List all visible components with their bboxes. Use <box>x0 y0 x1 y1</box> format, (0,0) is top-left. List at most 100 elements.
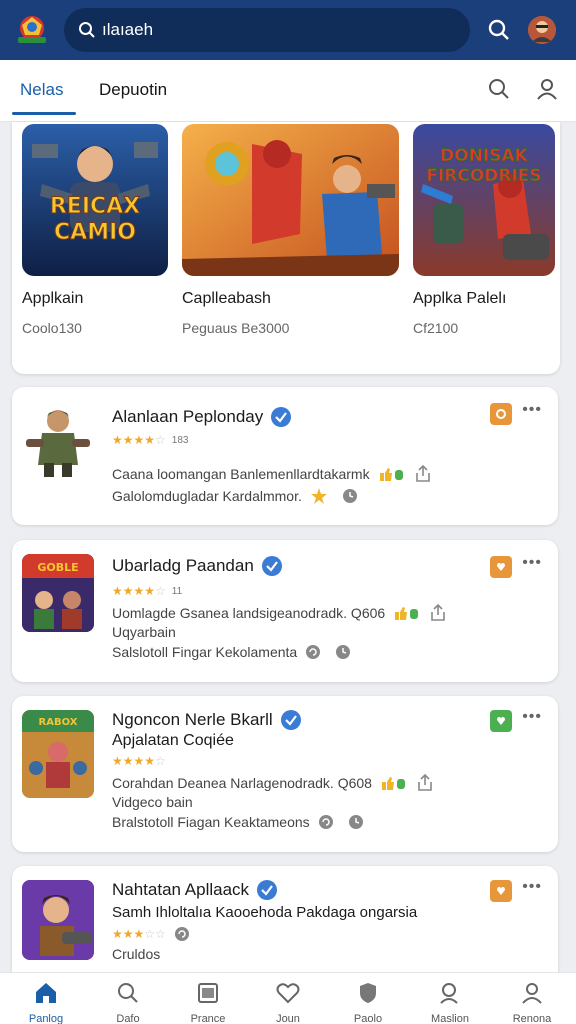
clock-icon <box>348 814 364 830</box>
app-subtitle: Apjalatan Coqiée <box>112 732 234 749</box>
heart-icon <box>276 981 300 1010</box>
featured-title: Applka Palelı <box>413 290 507 307</box>
app-meta: Bralstotoll Fiagan Keaktameons <box>112 814 364 830</box>
search-icon[interactable] <box>488 78 510 105</box>
nav-label: Joun <box>276 1013 300 1024</box>
share-icon[interactable] <box>429 604 447 622</box>
nav-item-home[interactable]: Panlog <box>6 981 86 1024</box>
more-options-icon[interactable]: ••• <box>522 401 542 419</box>
app-meta: Salslotoll Fingar Kekolamenta <box>112 644 351 660</box>
app-extra: Vidgeco bain <box>112 794 193 810</box>
app-subtitle: Samh Ihloltalıa Kaooehoda Pakdaga ongars… <box>112 904 418 921</box>
tab-bar: Nelas Depuotin <box>0 60 576 122</box>
active-tab-indicator <box>12 112 76 115</box>
app-name: Ngoncon Nerle Bkarll <box>112 710 273 729</box>
description-line: Caana loomangan Banlemenllardtakarmk <box>112 466 370 482</box>
more-options-icon[interactable]: ••• <box>522 554 542 572</box>
app-logo[interactable] <box>12 10 52 50</box>
rating-stars: ★★★ ☆☆ <box>112 926 190 942</box>
featured-subtitle: Coolo130 <box>22 320 82 336</box>
featured-section: REICAX CAMIO Applkain Coolo130 Caplleaba… <box>12 122 560 374</box>
avatar[interactable] <box>528 16 556 44</box>
verified-icon <box>280 710 301 730</box>
search-value: ılaıaeh <box>102 20 154 39</box>
tab-nelas[interactable]: Nelas <box>20 80 63 100</box>
search-icon <box>116 981 140 1010</box>
search-input[interactable]: ılaıaeh <box>64 8 470 52</box>
thumbs-up-icon <box>380 775 408 791</box>
nav-item-shield[interactable]: Paolo <box>328 981 408 1024</box>
share-icon[interactable] <box>414 465 432 483</box>
home-icon <box>33 981 59 1010</box>
nav-label: Dafo <box>116 1013 140 1024</box>
badge-icon[interactable] <box>490 403 512 425</box>
nav-item-window[interactable]: Prance <box>168 981 248 1024</box>
refresh-icon <box>318 814 334 830</box>
nav-item-search[interactable]: Dafo <box>88 981 168 1024</box>
thumbs-up-icon <box>378 466 406 482</box>
app-meta: Galolomdugladar Kardalmmor. <box>112 487 358 505</box>
app-icon: GOBLE <box>22 554 94 632</box>
featured-title: Applkain <box>22 290 84 307</box>
app-card[interactable]: Nahtatan Apllaack Samh Ihloltalıa Kaooeh… <box>12 866 558 986</box>
description-line: Uomlagde Gsanea landsigeanodradk. Q606 <box>112 605 386 621</box>
app-description: Cruldos <box>112 946 161 962</box>
rating-count: 183 <box>171 434 189 446</box>
app-title: Nahtatan Apllaack <box>112 880 278 900</box>
app-title: Alanlaan Peplonday <box>112 407 292 427</box>
app-name: Ubarladg Paandan <box>112 556 254 575</box>
search-icon[interactable] <box>488 19 510 41</box>
app-icon <box>22 880 94 960</box>
app-card[interactable]: RABOX Ngoncon Nerle Bkarll Apjalatan Coq… <box>12 696 558 852</box>
nav-label: Paolo <box>353 1013 383 1024</box>
nav-label: Maslion <box>431 1013 469 1024</box>
app-extra: Uqyarbain <box>112 624 176 640</box>
bottom-navigation: Panlog Dafo Prance Joun Paolo Maslion Re… <box>0 972 576 1024</box>
rating-count: 11 <box>171 585 183 597</box>
refresh-icon <box>305 644 321 660</box>
nav-item-people[interactable]: Maslion <box>410 981 490 1024</box>
featured-title: Caplleabash <box>182 290 271 307</box>
clock-icon <box>342 488 358 504</box>
profile-icon[interactable] <box>536 78 558 105</box>
person-search-icon <box>438 981 462 1010</box>
featured-item[interactable]: Caplleabash Peguaus Be3000 <box>182 124 399 336</box>
top-bar: ılaıaeh <box>0 0 576 60</box>
app-card[interactable]: GOBLE Ubarladg Paandan ★★★★ ☆ 11 ••• Uomla… <box>12 540 558 682</box>
more-options-icon[interactable]: ••• <box>522 708 542 726</box>
badge-icon[interactable] <box>490 710 512 732</box>
featured-subtitle: Cf2100 <box>413 320 459 336</box>
clock-icon <box>335 644 351 660</box>
svg-text:RABOX: RABOX <box>39 717 78 728</box>
nav-item-profile[interactable]: Renona <box>492 981 572 1024</box>
rating-stars: ★★★★ ☆ <box>112 754 166 768</box>
app-description: Uomlagde Gsanea landsigeanodradk. Q606 <box>112 604 447 622</box>
window-icon <box>196 981 220 1010</box>
featured-item[interactable]: DONISAK FIRCODRIES Applka Palelı Cf2100 <box>413 124 555 336</box>
app-description: Corahdan Deanea Narlagenodradk. Q608 <box>112 774 434 792</box>
app-name: Nahtatan Apllaack <box>112 880 250 899</box>
nav-label: Renona <box>512 1013 552 1024</box>
nav-item-favorites[interactable]: Joun <box>248 981 328 1024</box>
badge-icon[interactable] <box>490 880 512 902</box>
verified-icon <box>257 880 278 900</box>
thumbs-up-icon <box>393 605 421 621</box>
share-icon[interactable] <box>416 774 434 792</box>
tab-depuotin[interactable]: Depuotin <box>99 80 167 100</box>
app-title: Ngoncon Nerle Bkarll <box>112 710 301 730</box>
app-card[interactable]: Alanlaan Peplonday ★★★★ ☆ 183 ••• Caana lo… <box>12 387 558 525</box>
featured-banner-text: DONISAK FIRCODRIES <box>426 146 542 187</box>
more-options-icon[interactable]: ••• <box>522 878 542 896</box>
search-icon <box>78 21 96 39</box>
featured-item[interactable]: REICAX CAMIO Applkain Coolo130 <box>22 124 168 336</box>
meta-line: Galolomdugladar Kardalmmor. <box>112 488 302 504</box>
person-icon <box>520 981 544 1010</box>
rating-stars: ★★★★ ☆ 183 <box>112 433 189 447</box>
verified-icon <box>271 407 292 427</box>
badge-icon[interactable] <box>490 556 512 578</box>
nav-label: Panlog <box>28 1013 64 1024</box>
featured-image <box>182 124 399 276</box>
shield-icon <box>356 981 380 1010</box>
description-line: Corahdan Deanea Narlagenodradk. Q608 <box>112 775 372 791</box>
meta-line: Salslotoll Fingar Kekolamenta <box>112 644 298 660</box>
